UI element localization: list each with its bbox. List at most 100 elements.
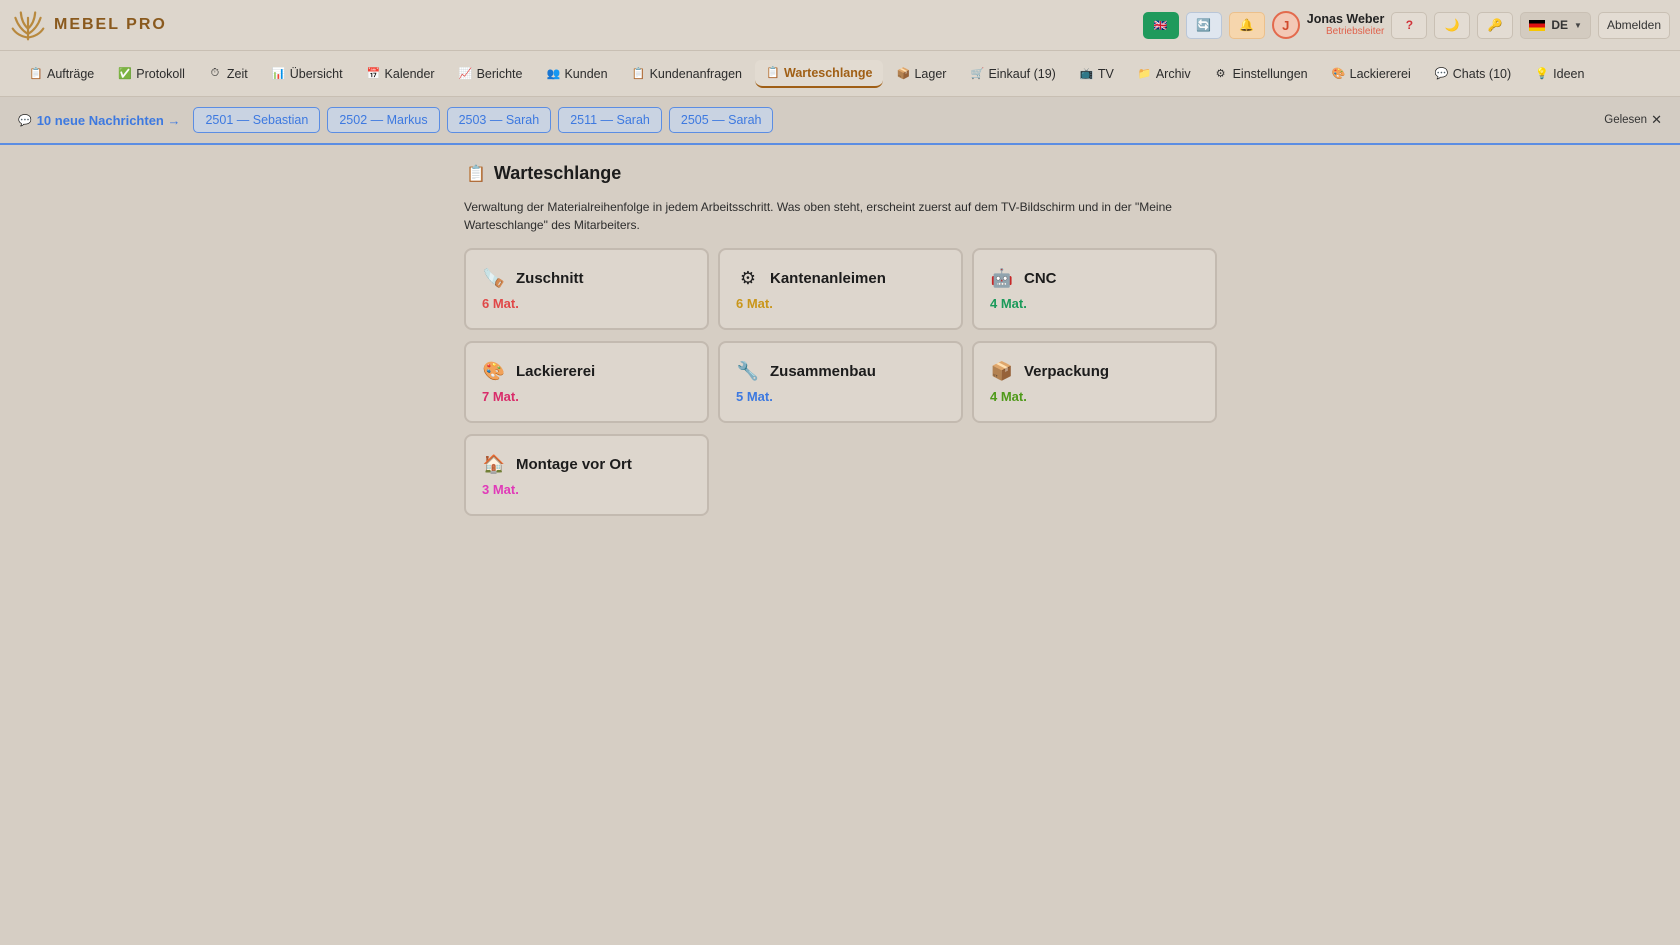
theme-icon: 🌙: [1444, 18, 1460, 32]
language-flag-button[interactable]: 🇬🇧: [1142, 11, 1179, 39]
notifications-button[interactable]: 🔔: [1228, 11, 1265, 39]
nav-label: Berichte: [476, 66, 523, 81]
nav-label: Kunden: [564, 66, 608, 81]
message-chip[interactable]: 2503 — Sarah: [446, 107, 552, 133]
message-chips: 2501 — Sebastian 2502 — Markus 2503 — Sara…: [193, 107, 774, 133]
nav-icon: 📋: [631, 68, 646, 80]
nav-label: Zeit: [226, 66, 248, 81]
nav-item-zeit[interactable]: ⏱ Zeit: [198, 61, 259, 87]
station-icon: 🤖: [990, 268, 1014, 288]
german-flag-icon: [1529, 19, 1546, 31]
key-icon: 🔑: [1487, 18, 1503, 32]
station-material-count: 6 Mat.: [736, 296, 773, 311]
nav-icon: ⚙: [1215, 68, 1226, 80]
station-icon: ⚙: [739, 268, 757, 288]
station-name: Lackiererei: [516, 363, 596, 380]
station-card[interactable]: 📦 Verpackung 4 Mat.: [972, 341, 1217, 423]
nav-icon: 📊: [271, 68, 286, 80]
brand[interactable]: MEBEL PRO: [10, 7, 167, 43]
key-button[interactable]: 🔑: [1477, 11, 1514, 39]
refresh-button[interactable]: 🔄: [1185, 11, 1222, 39]
nav-icon: 📦: [896, 68, 911, 80]
station-card-header: ⚙ Kantenanleimen: [736, 268, 945, 289]
station-card[interactable]: 🎨 Lackiererei 7 Mat.: [464, 341, 709, 423]
station-icon: 📦: [990, 361, 1014, 381]
station-card[interactable]: 🔧 Zusammenbau 5 Mat.: [718, 341, 963, 423]
nav-icon: ✅: [118, 68, 132, 80]
message-chip[interactable]: 2511 — Sarah: [558, 107, 662, 133]
new-messages-link[interactable]: 💬 10 neue Nachrichten →: [18, 113, 180, 128]
nav-item-übersicht[interactable]: 📊 Übersicht: [261, 61, 354, 87]
station-icon: 🎨: [482, 361, 506, 381]
page-title: 📋 Warteschlange: [466, 163, 1216, 184]
nav-item-chats-10[interactable]: 💬 Chats (10): [1424, 61, 1522, 87]
nav-item-archiv[interactable]: 📁 Archiv: [1127, 61, 1202, 87]
nav-label: Protokoll: [136, 66, 185, 81]
station-material-count: 4 Mat.: [990, 296, 1027, 311]
flag-icon: 🇬🇧: [1153, 19, 1168, 32]
bell-icon: 🔔: [1239, 18, 1255, 32]
station-icon: 🔧: [736, 361, 760, 381]
user-role: Betriebsleiter: [1326, 26, 1385, 38]
message-chip[interactable]: 2505 — Sarah: [668, 107, 774, 133]
nav-label: Übersicht: [289, 66, 343, 81]
nav-item-ideen[interactable]: 💡 Ideen: [1524, 61, 1595, 87]
nav-label: Einkauf (19): [988, 66, 1056, 81]
nav-item-einkauf-19[interactable]: 🛒 Einkauf (19): [959, 61, 1066, 87]
nav-item-lager[interactable]: 📦 Lager: [885, 61, 957, 87]
logout-button[interactable]: Abmelden: [1597, 11, 1670, 39]
page-title-text: Warteschlange: [493, 163, 622, 183]
station-card[interactable]: 🪚 Zuschnitt 6 Mat.: [464, 248, 709, 330]
nav-item-berichte[interactable]: 📈 Berichte: [448, 61, 534, 87]
nav-item-lackiererei[interactable]: 🎨 Lackiererei: [1321, 61, 1422, 87]
nav-label: Chats (10): [1452, 66, 1512, 81]
station-name: Montage vor Ort: [516, 456, 632, 473]
station-card-header: 🏠 Montage vor Ort: [482, 454, 691, 475]
chat-bubble-icon: 💬: [18, 114, 32, 127]
station-material-count: 4 Mat.: [990, 389, 1027, 404]
nav-icon: 👥: [546, 68, 561, 80]
help-button[interactable]: ?: [1391, 11, 1428, 39]
nav-item-kalender[interactable]: 📅 Kalender: [356, 61, 446, 87]
message-chip[interactable]: 2501 — Sebastian: [193, 107, 321, 133]
nav-icon: 🛒: [970, 68, 985, 80]
main-nav: 📋 Aufträge ✅ Protokoll ⏱ Zeit 📊 Übersicht 📅 Kalen…: [0, 51, 1680, 97]
message-chip[interactable]: 2502 — Markus: [327, 107, 440, 133]
station-name: Zuschnitt: [516, 270, 584, 287]
user-name: Jonas Weber: [1306, 12, 1385, 27]
nav-item-kunden[interactable]: 👥 Kunden: [535, 61, 618, 87]
nav-item-einstellungen[interactable]: ⚙ Einstellungen: [1204, 61, 1319, 87]
language-select[interactable]: DE ▼: [1520, 11, 1591, 39]
station-card[interactable]: 🤖 CNC 4 Mat.: [972, 248, 1217, 330]
page-description: Verwaltung der Materialreihenfolge in je…: [464, 200, 1172, 232]
nav-item-tv[interactable]: 📺 TV: [1069, 61, 1125, 87]
theme-button[interactable]: 🌙: [1434, 11, 1471, 39]
station-card[interactable]: ⚙ Kantenanleimen 6 Mat.: [718, 248, 963, 330]
station-name: Zusammenbau: [770, 363, 876, 380]
notification-bar: 💬 10 neue Nachrichten → 2501 — Sebastian…: [0, 97, 1680, 145]
nav-label: Kalender: [384, 66, 435, 81]
station-material-count: 7 Mat.: [482, 389, 519, 404]
nav-item-warteschlange[interactable]: 📋 Warteschlange: [755, 59, 884, 88]
nav-item-kundenanfragen[interactable]: 📋 Kundenanfragen: [621, 61, 753, 87]
avatar[interactable]: J: [1271, 11, 1300, 39]
nav-label: Kundenanfragen: [649, 66, 743, 81]
station-material-count: 6 Mat.: [482, 296, 519, 311]
nav-icon: 💡: [1535, 68, 1549, 80]
nav-label: Lackiererei: [1349, 66, 1411, 81]
nav-label: Lager: [914, 66, 947, 81]
mark-read-button[interactable]: Gelesen ✕: [1604, 112, 1662, 128]
nav-label: Ideen: [1553, 66, 1585, 81]
nav-label: Archiv: [1155, 66, 1191, 81]
station-icon: 🏠: [482, 454, 506, 474]
nav-icon: 📅: [366, 68, 381, 80]
nav-item-aufträge[interactable]: 📋 Aufträge: [18, 61, 105, 87]
station-icon: 🪚: [482, 268, 506, 288]
station-card-header: 🪚 Zuschnitt: [482, 268, 691, 289]
station-card-header: 🤖 CNC: [990, 268, 1199, 289]
nav-item-protokoll[interactable]: ✅ Protokoll: [107, 61, 196, 87]
top-header: MEBEL PRO 🇬🇧 🔄 🔔 J Jonas Weber Betriebsl…: [0, 0, 1680, 51]
station-card[interactable]: 🏠 Montage vor Ort 3 Mat.: [464, 434, 709, 516]
station-material-count: 3 Mat.: [482, 482, 519, 497]
close-icon: ✕: [1651, 112, 1662, 127]
